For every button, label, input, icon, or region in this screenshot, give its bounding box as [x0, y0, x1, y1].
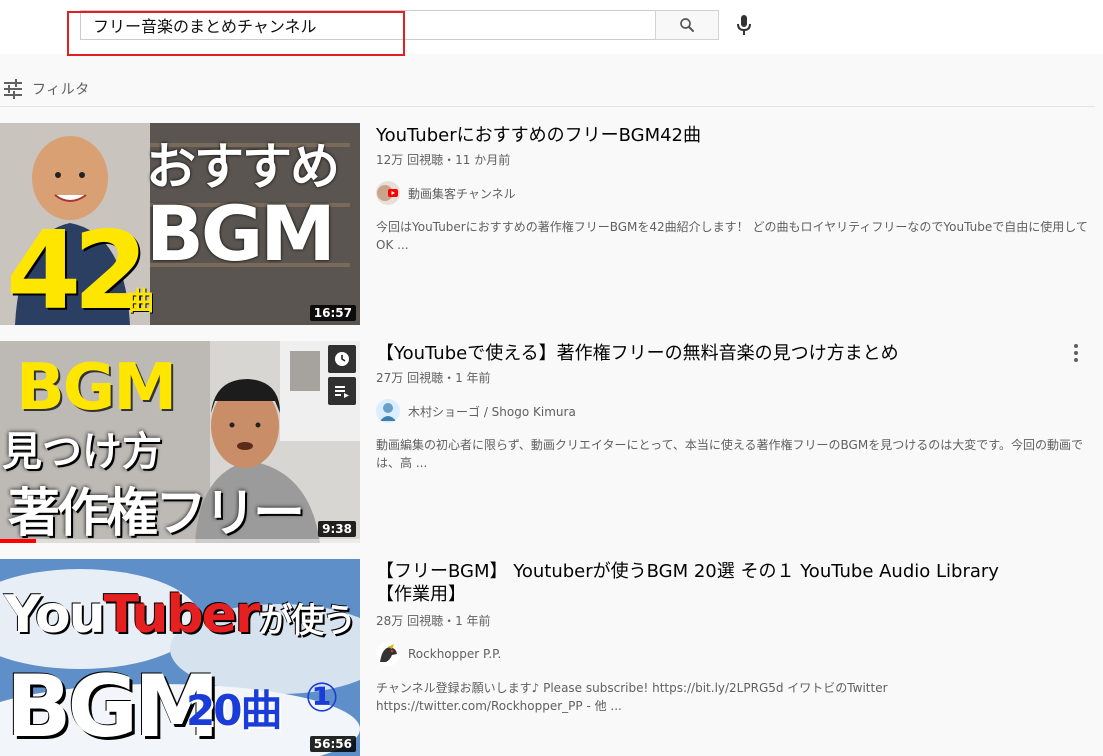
channel-avatar[interactable] — [376, 399, 400, 423]
watch-progress-fill — [0, 539, 36, 543]
thumbnail-text: Tuber — [103, 585, 261, 645]
view-count: 28万 回視聴 — [376, 614, 444, 628]
search-icon — [680, 18, 694, 32]
video-metadata: 28万 回視聴・1 年前 — [376, 612, 491, 629]
video-title[interactable]: 【YouTubeで使える】著作権フリーの無料音楽の見つけ方まとめ — [376, 342, 899, 365]
video-title[interactable]: YouTuberにおすすめのフリーBGM42曲 — [376, 124, 701, 147]
filter-sliders-icon[interactable] — [3, 79, 23, 99]
view-count: 27万 回視聴 — [376, 371, 444, 385]
watch-progress-track — [0, 539, 360, 543]
channel-info[interactable]: Rockhopper P.P. — [376, 642, 501, 666]
thumbnail-text: 曲 — [128, 287, 155, 317]
search-box[interactable] — [80, 10, 655, 40]
more-actions-button[interactable] — [1066, 341, 1086, 365]
video-result[interactable]: おすすめ BGM 42 曲 16:57 YouTuberにおすすめのフリーBGM… — [0, 123, 1103, 328]
channel-info[interactable]: 木村ショーゴ / Shogo Kimura — [376, 399, 576, 423]
search-input[interactable] — [81, 11, 655, 39]
video-duration: 9:38 — [318, 521, 356, 537]
channel-name[interactable]: Rockhopper P.P. — [408, 647, 501, 661]
thumbnail-text: 著作権フリー — [8, 484, 305, 543]
separator: ・ — [443, 153, 456, 167]
penguin-avatar-icon — [380, 644, 397, 662]
video-metadata: 27万 回視聴・1 年前 — [376, 369, 491, 386]
channel-info[interactable]: 動画集客チャンネル — [376, 181, 516, 205]
video-result[interactable]: YouTuberが使う BGM 20曲 ① 56:56 【フリーBGM】 You… — [0, 559, 1103, 756]
thumbnail-text: ① — [305, 675, 339, 721]
video-description: 動画編集の初心者に限らず、動画クリエイターにとって、本当に使える著作権フリーのB… — [376, 438, 1083, 470]
filter-label[interactable]: フィルタ — [32, 79, 90, 99]
video-result[interactable]: BGM 見つけ方 著作権フリー 9:38 【YouTubeで使える】著作権フリー… — [0, 341, 1103, 546]
voice-search-button[interactable] — [732, 12, 756, 38]
video-thumbnail[interactable]: YouTuberが使う BGM 20曲 ① 56:56 — [0, 559, 360, 756]
channel-name[interactable]: 動画集客チャンネル — [408, 185, 516, 202]
microphone-icon — [737, 15, 751, 35]
kebab-dot — [1074, 344, 1078, 348]
view-count: 12万 回視聴 — [376, 153, 444, 167]
separator: ・ — [443, 614, 456, 628]
video-description: 今回はYouTuberにおすすめの著作権フリーBGMを42曲紹介します！ どの曲… — [376, 220, 1088, 252]
separator: ・ — [443, 371, 456, 385]
upload-age: 1 年前 — [455, 371, 491, 385]
person-avatar-icon — [380, 403, 396, 421]
queue-icon — [335, 386, 349, 398]
thumbnail-text: You — [4, 585, 106, 645]
thumbnail-text: 見つけ方 — [2, 429, 162, 475]
kebab-dot — [1074, 351, 1078, 355]
thumbnail-text: 20曲 — [186, 686, 282, 735]
upload-age: 1 年前 — [455, 614, 491, 628]
video-description: チャンネル登録お願いします♪ Please subscribe! https:/… — [376, 681, 888, 713]
add-to-queue-button[interactable] — [328, 377, 356, 405]
channel-avatar[interactable] — [376, 642, 400, 666]
thumbnail-text: BGM — [146, 189, 336, 278]
thumbnail-text: BGM — [16, 351, 177, 425]
channel-name[interactable]: 木村ショーゴ / Shogo Kimura — [408, 403, 576, 420]
search-button[interactable] — [655, 10, 719, 40]
masthead — [0, 0, 1103, 56]
kebab-dot — [1074, 358, 1078, 362]
clock-icon — [335, 352, 349, 366]
watch-later-button[interactable] — [328, 345, 356, 373]
video-duration: 16:57 — [309, 305, 356, 321]
thumbnail-text: が使う — [258, 601, 357, 641]
filter-bar: フィルタ — [0, 72, 1095, 107]
video-title[interactable]: 【フリーBGM】 Youtuberが使うBGM 20選 その１ YouTube … — [376, 560, 1036, 606]
thumbnail-text-group: YouTuberが使う — [4, 585, 357, 645]
thumbnail-text: 42 — [6, 209, 148, 325]
video-thumbnail[interactable]: おすすめ BGM 42 曲 16:57 — [0, 123, 360, 325]
thumbnail-text: BGM — [6, 657, 220, 756]
upload-age: 11 か月前 — [455, 153, 511, 167]
youtube-logo-icon — [377, 185, 398, 201]
video-duration: 56:56 — [309, 736, 356, 752]
video-metadata: 12万 回視聴・11 か月前 — [376, 151, 510, 168]
video-thumbnail[interactable]: BGM 見つけ方 著作権フリー 9:38 — [0, 341, 360, 543]
channel-avatar[interactable] — [376, 181, 400, 205]
